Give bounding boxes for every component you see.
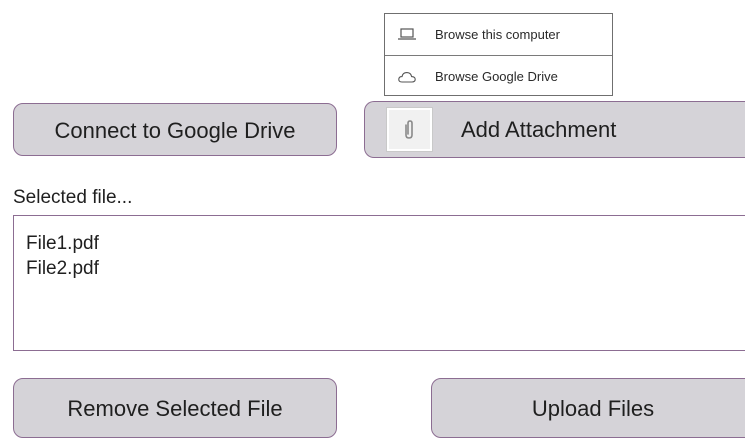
menu-item-browse-computer[interactable]: Browse this computer xyxy=(385,14,612,54)
menu-item-browse-google-drive[interactable]: Browse Google Drive xyxy=(385,56,612,96)
laptop-icon xyxy=(398,28,416,40)
paperclip-icon xyxy=(405,120,413,139)
selected-files-list[interactable]: File1.pdf File2.pdf xyxy=(13,215,745,351)
add-attachment-button[interactable]: Add Attachment xyxy=(364,101,745,158)
selected-file-label: Selected file... xyxy=(13,187,133,208)
cloud-icon xyxy=(398,72,416,83)
upload-files-button[interactable]: Upload Files xyxy=(431,378,745,438)
paperclip-icon-box xyxy=(386,107,433,152)
connect-google-drive-button[interactable]: Connect to Google Drive xyxy=(13,103,337,156)
attachment-source-menu: Browse this computer Browse Google Drive xyxy=(384,13,613,96)
button-label: Upload Files xyxy=(531,396,655,421)
list-item[interactable]: File1.pdf xyxy=(26,233,99,255)
menu-item-label: Browse this computer xyxy=(435,27,560,42)
menu-item-label: Browse Google Drive xyxy=(435,69,558,84)
remove-selected-file-button[interactable]: Remove Selected File xyxy=(13,378,337,438)
button-label: Remove Selected File xyxy=(67,396,283,421)
button-label: Connect to Google Drive xyxy=(54,118,296,143)
list-item[interactable]: File2.pdf xyxy=(26,258,99,280)
button-label: Add Attachment xyxy=(461,117,617,142)
